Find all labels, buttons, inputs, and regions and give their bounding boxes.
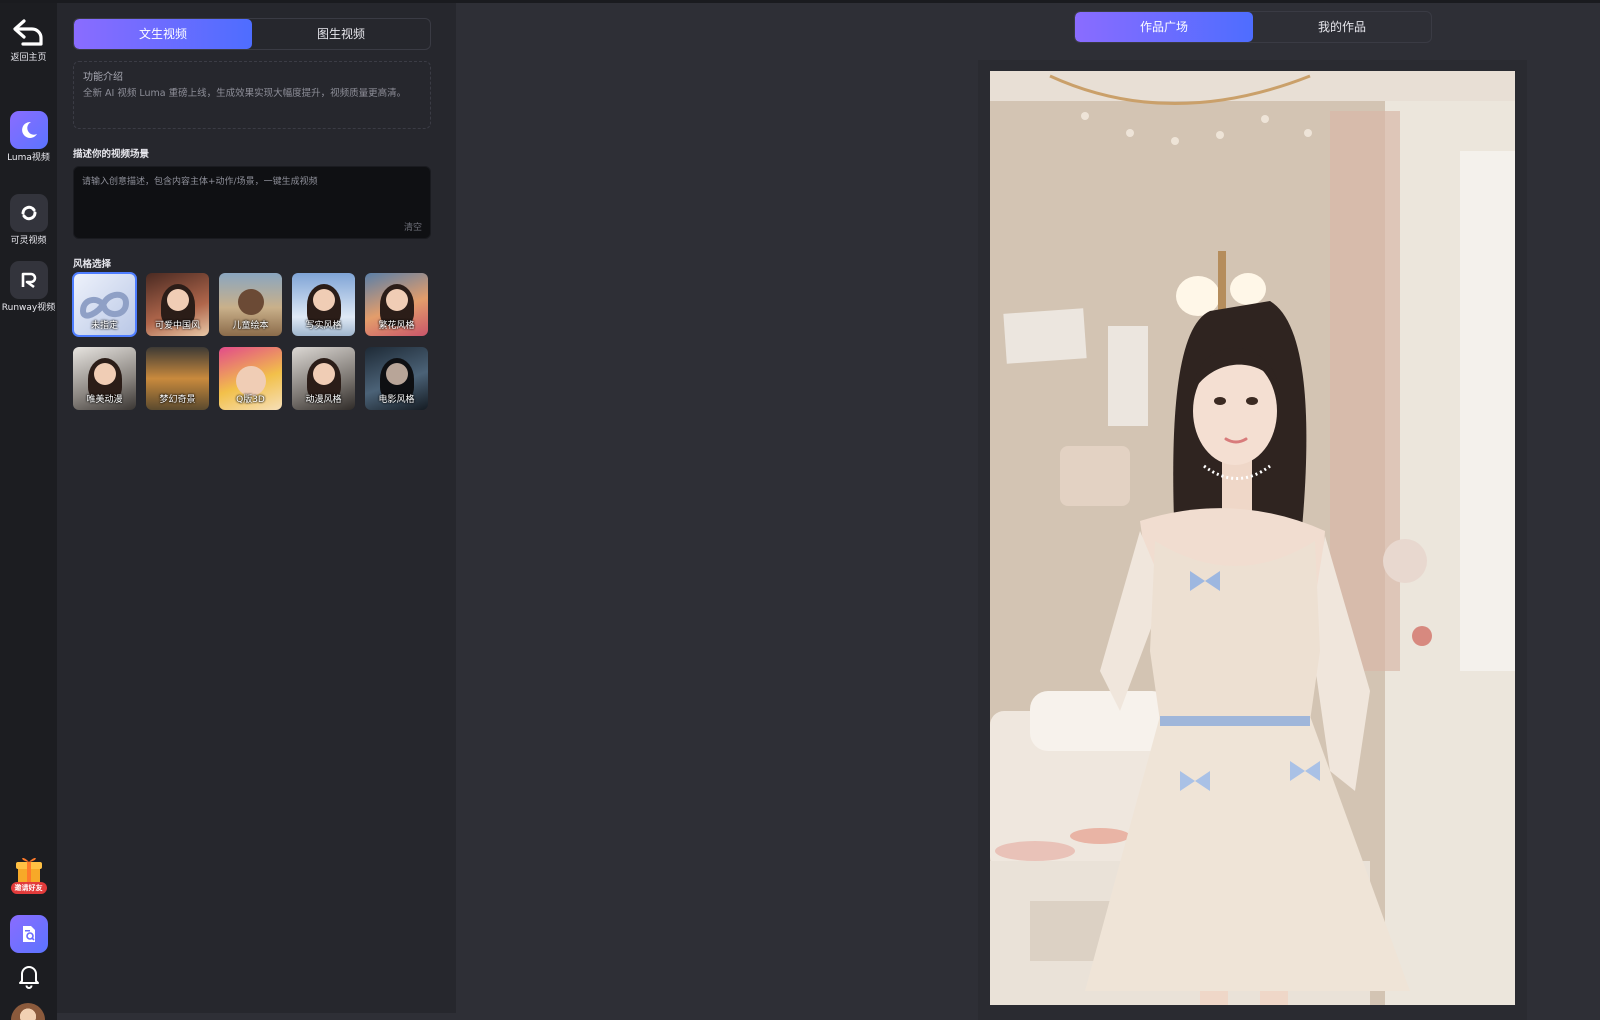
tab-showcase[interactable]: 作品广场 <box>1075 12 1253 42</box>
style-caption: 未指定 <box>90 321 118 331</box>
style-thumb-face <box>93 363 116 386</box>
style-card-children-book[interactable]: 儿童绘本 <box>219 273 282 336</box>
style-thumb-bear <box>237 289 264 316</box>
style-caption: 可爱中国风 <box>154 321 200 331</box>
intro-body: 全新 AI 视频 Luma 重磅上线，生成效果实现大幅度提升，视频质量更高清。 <box>83 88 407 99</box>
feature-intro-box: 功能介绍 全新 AI 视频 Luma 重磅上线，生成效果实现大幅度提升，视频质量… <box>73 61 431 129</box>
style-caption: 唯美动漫 <box>86 395 123 405</box>
prompt-input[interactable] <box>74 167 430 238</box>
invite-badge: 邀请好友 <box>10 882 47 894</box>
kling-tile <box>9 194 48 232</box>
back-home-button[interactable]: 返回主页 <box>0 17 57 65</box>
luma-tile <box>9 111 48 149</box>
style-caption: Q版3D <box>236 395 265 405</box>
invite-friends-button[interactable]: 邀请好友 <box>0 854 57 894</box>
tab-my-works[interactable]: 我的作品 <box>1253 12 1431 42</box>
tab-image-to-video[interactable]: 图生视频 <box>252 19 430 49</box>
style-thumb-face <box>166 289 189 312</box>
prompt-label: 描述你的视频场景 <box>73 149 150 160</box>
document-search-icon <box>22 926 35 942</box>
records-tile <box>9 915 48 953</box>
style-card-cute-chinese[interactable]: 可爱中国风 <box>146 273 209 336</box>
kling-icon <box>21 205 36 221</box>
rail-item-luma[interactable]: Luma视频 <box>0 111 57 165</box>
style-card-anime[interactable]: 动漫风格 <box>292 347 355 410</box>
style-caption: 梦幻奇景 <box>159 395 196 405</box>
style-thumb-face <box>385 363 408 386</box>
runway-tile <box>9 261 48 299</box>
luma-icon <box>21 121 37 138</box>
style-card-floral[interactable]: 繁花风格 <box>365 273 428 336</box>
style-caption: 儿童绘本 <box>232 321 269 331</box>
style-caption: 动漫风格 <box>305 395 342 405</box>
rail-item-kling[interactable]: 可灵视频 <box>0 194 57 248</box>
prompt-box: 清空 <box>73 166 431 239</box>
bell-icon <box>18 966 39 989</box>
rail-label-kling: 可灵视频 <box>10 236 47 246</box>
gift-icon: 邀请好友 <box>10 854 48 894</box>
preview-image[interactable] <box>990 71 1515 1005</box>
notifications-button[interactable] <box>0 963 57 989</box>
style-card-unspecified[interactable]: 未指定 <box>72 272 137 337</box>
back-home-label: 返回主页 <box>10 53 47 63</box>
style-grid: 未指定 可爱中国风 儿童绘本 写实风格 繁花风格 唯美动漫 梦幻奇景 Q版3D <box>72 272 433 410</box>
rail-label-runway: Runway视频 <box>1 303 56 313</box>
style-card-realistic[interactable]: 写实风格 <box>292 273 355 336</box>
tab-text-to-video[interactable]: 文生视频 <box>74 19 252 49</box>
clear-button[interactable]: 清空 <box>404 220 422 233</box>
gallery-tabs: 作品广场 我的作品 <box>1074 11 1432 43</box>
rail-item-runway[interactable]: Runway视频 <box>0 261 57 315</box>
style-label: 风格选择 <box>73 259 112 270</box>
generation-panel: 文生视频 图生视频 功能介绍 全新 AI 视频 Luma 重磅上线，生成效果实现… <box>57 3 456 1013</box>
rail-label-luma: Luma视频 <box>7 153 50 163</box>
style-caption: 写实风格 <box>305 321 342 331</box>
style-caption: 繁花风格 <box>378 321 415 331</box>
user-avatar[interactable] <box>11 1003 45 1020</box>
mode-tabs: 文生视频 图生视频 <box>73 18 431 50</box>
style-thumb-face <box>312 289 335 312</box>
intro-title: 功能介绍 <box>83 72 123 83</box>
style-card-chibi-3d[interactable]: Q版3D <box>219 347 282 410</box>
preview-illustration <box>990 71 1515 1005</box>
records-button[interactable] <box>0 915 57 953</box>
style-caption: 电影风格 <box>378 395 415 405</box>
return-arrow-icon <box>12 19 43 46</box>
runway-icon <box>21 272 36 289</box>
style-thumb-face <box>385 289 408 312</box>
style-card-aesthetic-anime[interactable]: 唯美动漫 <box>73 347 136 410</box>
left-rail: 返回主页 Luma视频 可灵视频 Runway视频 邀请好友 <box>0 3 57 1020</box>
style-card-cinematic[interactable]: 电影风格 <box>365 347 428 410</box>
style-card-fantasy-scene[interactable]: 梦幻奇景 <box>146 347 209 410</box>
style-thumb-face <box>312 363 335 386</box>
